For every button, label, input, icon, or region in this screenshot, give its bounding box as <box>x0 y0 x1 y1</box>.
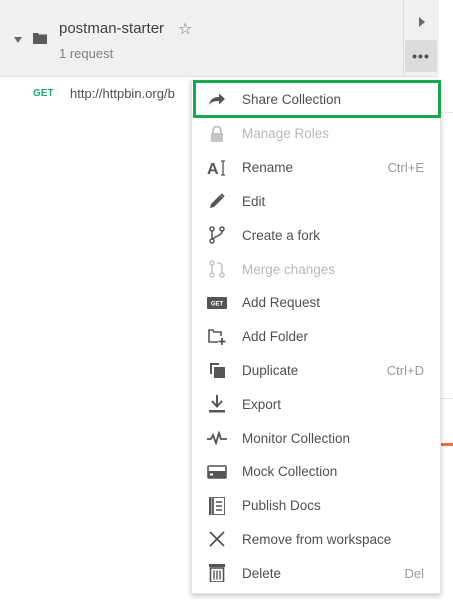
mock-server-icon <box>206 462 228 482</box>
menu-item-duplicate[interactable]: Duplicate Ctrl+D <box>192 354 440 388</box>
menu-item-label: Export <box>242 396 282 412</box>
menu-item-label: Add Request <box>242 295 321 311</box>
collection-row[interactable]: postman-starter ☆ 1 request ••• <box>0 0 439 77</box>
menu-item-remove-from-workspace[interactable]: Remove from workspace <box>192 523 440 557</box>
menu-item-add-folder[interactable]: Add Folder <box>192 320 440 354</box>
menu-item-label: Monitor Collection <box>242 430 351 446</box>
menu-item-create-fork[interactable]: Create a fork <box>192 218 440 252</box>
collection-name[interactable]: postman-starter <box>59 20 164 37</box>
menu-item-shortcut: Ctrl+D <box>386 362 424 378</box>
pencil-icon <box>206 191 228 211</box>
menu-item-mock-collection[interactable]: Mock Collection <box>192 455 440 489</box>
menu-item-monitor-collection[interactable]: Monitor Collection <box>192 421 440 455</box>
merge-icon <box>206 259 228 279</box>
trash-icon <box>206 563 228 583</box>
folder-icon <box>33 33 47 44</box>
menu-item-label: Merge changes <box>242 261 336 277</box>
duplicate-icon <box>206 360 228 380</box>
menu-item-label: Share Collection <box>242 91 342 107</box>
menu-item-shortcut: Del <box>404 565 424 581</box>
menu-item-merge-changes: Merge changes <box>192 252 440 286</box>
lock-icon <box>206 124 228 144</box>
collection-context-menu: Share Collection Manage Roles A Rename C… <box>191 80 441 594</box>
menu-item-add-request[interactable]: GET Add Request <box>192 286 440 320</box>
close-x-icon <box>206 529 228 549</box>
expand-caret-icon[interactable] <box>14 37 22 43</box>
menu-item-shortcut: Ctrl+E <box>387 160 424 176</box>
rename-icon: A <box>206 158 228 178</box>
svg-text:GET: GET <box>211 301 224 307</box>
docs-icon <box>206 496 228 516</box>
menu-item-edit[interactable]: Edit <box>192 185 440 219</box>
menu-item-label: Duplicate <box>242 362 299 378</box>
star-icon[interactable]: ☆ <box>178 21 192 39</box>
menu-item-delete[interactable]: Delete Del <box>192 556 440 590</box>
menu-item-label: Mock Collection <box>242 464 338 480</box>
collection-actions: ••• <box>403 0 439 76</box>
menu-item-rename[interactable]: A Rename Ctrl+E <box>192 151 440 185</box>
share-arrow-icon <box>206 89 228 109</box>
menu-item-share-collection[interactable]: Share Collection <box>192 81 440 117</box>
menu-item-label: Create a fork <box>242 227 321 243</box>
monitor-pulse-icon <box>206 428 228 448</box>
request-method-badge: GET <box>33 88 54 99</box>
add-folder-icon <box>206 327 228 347</box>
menu-item-manage-roles: Manage Roles <box>192 117 440 151</box>
get-request-icon: GET <box>206 293 228 313</box>
menu-item-label: Rename <box>242 160 294 176</box>
menu-item-export[interactable]: Export <box>192 387 440 421</box>
collection-request-count: 1 request <box>59 46 114 61</box>
request-row[interactable]: GET http://httpbin.org/b <box>0 78 200 108</box>
export-icon <box>206 394 228 414</box>
play-icon[interactable] <box>419 17 425 27</box>
more-options-button[interactable]: ••• <box>405 40 437 72</box>
menu-item-label: Publish Docs <box>242 498 321 514</box>
menu-item-publish-docs[interactable]: Publish Docs <box>192 489 440 523</box>
menu-item-label: Remove from workspace <box>242 531 392 547</box>
menu-item-label: Delete <box>242 565 282 581</box>
request-url: http://httpbin.org/b <box>70 86 175 101</box>
menu-item-label: Add Folder <box>242 329 309 345</box>
menu-item-label: Edit <box>242 193 266 209</box>
fork-icon <box>206 225 228 245</box>
svg-text:A: A <box>207 161 219 176</box>
menu-item-label: Manage Roles <box>242 126 330 142</box>
